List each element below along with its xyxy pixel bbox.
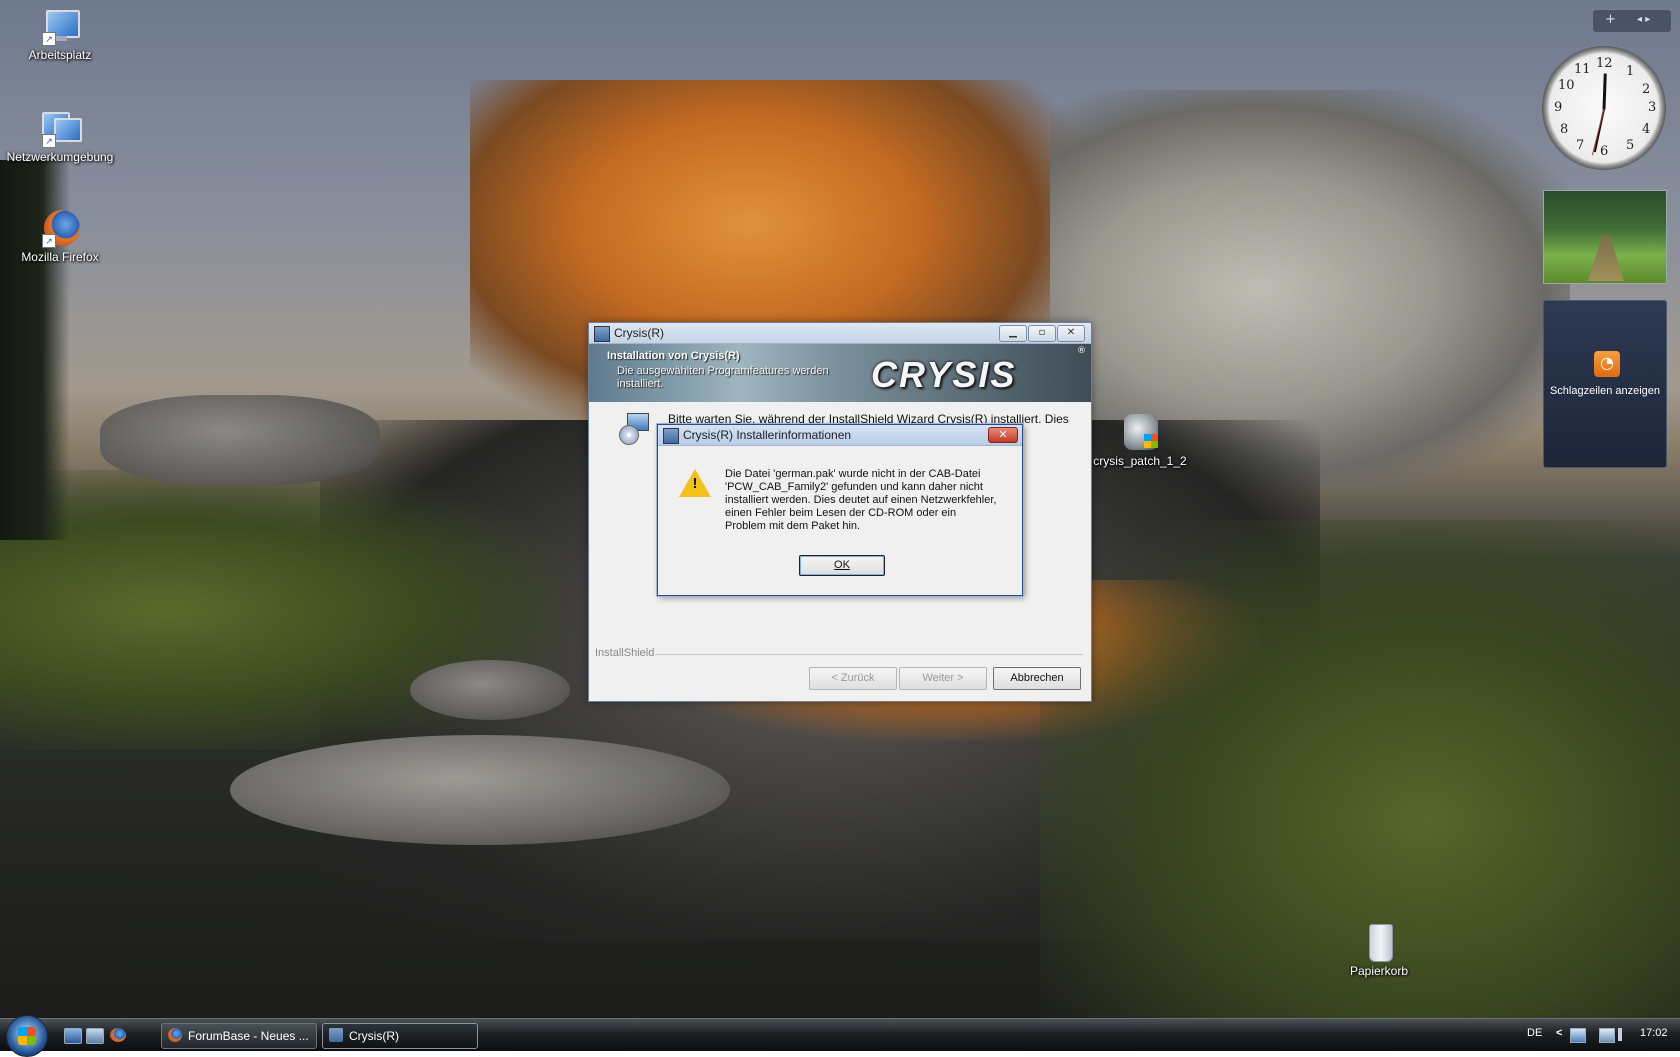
feed-headlines-gadget[interactable]: ◔ Schlagzeilen anzeigen bbox=[1543, 300, 1667, 468]
close-button[interactable]: ✕ bbox=[988, 427, 1018, 443]
firefox-icon[interactable] bbox=[110, 1028, 126, 1042]
add-gadget-button[interactable]: + bbox=[1605, 12, 1616, 27]
installer-titlebar[interactable]: Crysis(R) ▁ ▫ ✕ bbox=[589, 323, 1091, 344]
installer-banner: Installation von Crysis(R) Die ausgewähl… bbox=[589, 344, 1091, 402]
wallpaper-rock bbox=[100, 395, 380, 485]
banner-title: Installation von Crysis(R) bbox=[607, 350, 740, 362]
firefox-icon bbox=[168, 1028, 182, 1042]
slideshow-image bbox=[1588, 235, 1624, 281]
firefox-icon: ↗ bbox=[40, 208, 80, 248]
wallpaper-rock bbox=[410, 660, 570, 720]
banner-subtitle: Die ausgewählten Programfeatures werden … bbox=[617, 365, 829, 390]
error-dialog[interactable]: Crysis(R) Installerinformationen ✕ ! Die… bbox=[657, 424, 1023, 596]
desktop-icon-label: Arbeitsplatz bbox=[28, 48, 92, 62]
clock-number: 12 bbox=[1596, 56, 1613, 71]
crysis-logo: CRYSIS bbox=[871, 354, 1017, 395]
desktop-icon-label: crysis_patch_1_2 bbox=[1093, 454, 1187, 468]
taskbar: ForumBase - Neues ... Crysis(R) DE < 17:… bbox=[0, 1015, 1680, 1057]
next-button[interactable]: Weiter > bbox=[899, 667, 987, 690]
shortcut-arrow-icon: ↗ bbox=[42, 32, 56, 46]
installshield-label: InstallShield bbox=[595, 647, 655, 659]
desktop-icon-label: Mozilla Firefox bbox=[21, 250, 99, 264]
clock-gadget[interactable]: 12 1 2 3 4 5 6 7 8 9 10 11 bbox=[1542, 46, 1666, 170]
clock-number: 5 bbox=[1626, 138, 1635, 153]
desktop-icon-computer[interactable]: ↗ Arbeitsplatz bbox=[4, 6, 116, 62]
clock-number: 2 bbox=[1642, 82, 1651, 97]
error-dialog-titlebar[interactable]: Crysis(R) Installerinformationen ✕ bbox=[658, 425, 1022, 446]
desktop-icon-recycle-bin[interactable]: Papierkorb bbox=[1323, 922, 1435, 978]
divider bbox=[655, 654, 1083, 655]
feed-headlines-label[interactable]: Schlagzeilen anzeigen bbox=[1544, 385, 1666, 397]
install-progress-icon bbox=[619, 413, 649, 445]
installer-title: Crysis(R) bbox=[614, 326, 664, 340]
gadget-nav-buttons[interactable]: ◂ ▸ bbox=[1637, 14, 1650, 25]
clock-number: 3 bbox=[1648, 100, 1657, 115]
windows-logo-icon bbox=[18, 1027, 36, 1045]
desktop-icon-label: Papierkorb bbox=[1349, 964, 1409, 978]
volume-icon[interactable] bbox=[1618, 1028, 1628, 1041]
network-icon[interactable] bbox=[1570, 1028, 1586, 1043]
desktop-icon-label: Netzwerkumgebung bbox=[6, 150, 114, 164]
ok-button[interactable]: OK bbox=[799, 555, 885, 576]
network-icon: ↗ bbox=[40, 108, 82, 148]
installer-app-icon bbox=[594, 326, 610, 342]
recycle-bin-icon bbox=[1359, 922, 1399, 962]
wallpaper-rock bbox=[230, 735, 730, 845]
registered-mark: ® bbox=[1077, 346, 1086, 356]
maximize-button[interactable]: ▫ bbox=[1028, 325, 1056, 342]
ok-button-label: OK bbox=[834, 559, 850, 571]
error-dialog-title: Crysis(R) Installerinformationen bbox=[683, 428, 852, 442]
installer-package-icon bbox=[1120, 412, 1160, 452]
taskbar-item-label: Crysis(R) bbox=[349, 1029, 399, 1043]
computer-icon: ↗ bbox=[40, 6, 80, 46]
clock-number: 10 bbox=[1558, 78, 1575, 93]
shortcut-arrow-icon: ↗ bbox=[42, 234, 56, 248]
clock-number: 4 bbox=[1642, 122, 1651, 137]
rss-icon: ◔ bbox=[1594, 351, 1620, 377]
shortcut-arrow-icon: ↗ bbox=[42, 134, 56, 148]
clock-hour-hand bbox=[1602, 73, 1607, 110]
monitor-icon[interactable] bbox=[1599, 1028, 1615, 1043]
clock-number: 9 bbox=[1554, 100, 1563, 115]
taskbar-item-forumbase[interactable]: ForumBase - Neues ... bbox=[161, 1023, 317, 1049]
start-button[interactable] bbox=[6, 1015, 48, 1057]
switch-windows-icon[interactable] bbox=[86, 1028, 104, 1044]
installer-app-icon bbox=[663, 428, 679, 444]
taskbar-item-label: ForumBase - Neues ... bbox=[188, 1029, 309, 1043]
slideshow-gadget[interactable] bbox=[1543, 190, 1667, 284]
installer-app-icon bbox=[329, 1028, 343, 1042]
taskbar-clock[interactable]: 17:02 bbox=[1640, 1027, 1668, 1039]
desktop-icon-network[interactable]: ↗ Netzwerkumgebung bbox=[4, 108, 116, 164]
clock-number: 1 bbox=[1626, 64, 1635, 79]
desktop-icon-crysis-patch[interactable]: crysis_patch_1_2 bbox=[1084, 412, 1196, 468]
error-message: Die Datei 'german.pak' wurde nicht in de… bbox=[725, 468, 997, 532]
clock-number: 8 bbox=[1560, 122, 1569, 137]
desktop-icon-firefox[interactable]: ↗ Mozilla Firefox bbox=[4, 208, 116, 264]
warning-exclamation-icon: ! bbox=[692, 475, 698, 492]
show-desktop-icon[interactable] bbox=[64, 1028, 82, 1044]
taskbar-item-crysis[interactable]: Crysis(R) bbox=[322, 1023, 478, 1049]
language-indicator[interactable]: DE bbox=[1527, 1027, 1542, 1039]
show-hidden-icons-button[interactable]: < bbox=[1556, 1027, 1562, 1039]
minimize-button[interactable]: ▁ bbox=[999, 325, 1027, 342]
clock-number: 11 bbox=[1574, 62, 1591, 77]
cancel-button[interactable]: Abbrechen bbox=[993, 667, 1081, 690]
sidebar-controls: + ◂ ▸ bbox=[1592, 9, 1672, 33]
clock-number: 6 bbox=[1600, 144, 1609, 159]
back-button[interactable]: < Zurück bbox=[809, 667, 897, 690]
clock-number: 7 bbox=[1576, 138, 1585, 153]
close-button[interactable]: ✕ bbox=[1057, 325, 1085, 342]
